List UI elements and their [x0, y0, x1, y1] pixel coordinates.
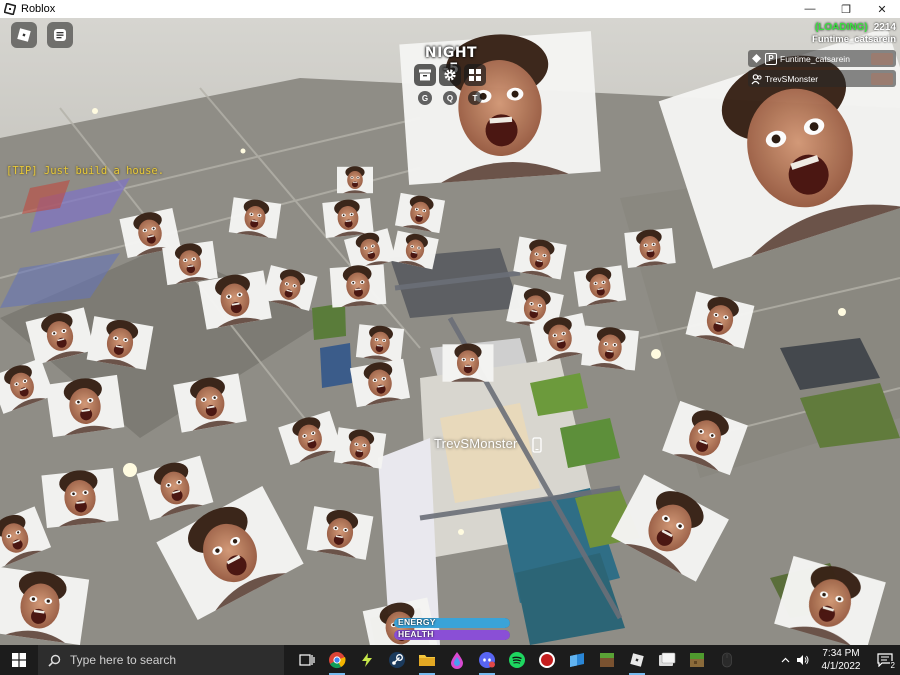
tip-message: [TIP] Just build a house. — [6, 165, 165, 177]
clock-time: 7:34 PM — [822, 648, 860, 659]
avatar — [871, 72, 893, 85]
build-menu-button[interactable] — [464, 64, 486, 86]
taskbar-app-steam[interactable] — [382, 645, 412, 675]
taskbar-clock[interactable]: 7:34 PM 4/1/2022 — [812, 647, 870, 673]
taskbar-app-roblox-studio[interactable] — [652, 645, 682, 675]
search-icon — [48, 654, 61, 667]
avatar — [871, 52, 893, 65]
premium-diamond-icon — [750, 52, 763, 65]
window-title-bar: Roblox — ❐ ✕ — [0, 0, 900, 18]
taskbar-app-chrome[interactable] — [322, 645, 352, 675]
energy-label: ENERGY — [398, 618, 436, 627]
roblox-app-icon — [4, 3, 16, 15]
roblox-menu-button[interactable] — [11, 22, 37, 48]
roblox-icon — [630, 653, 644, 667]
chrome-icon — [329, 652, 346, 669]
windows-logo-icon — [12, 653, 26, 667]
key-hint-t: T — [468, 91, 482, 105]
taskbar-app-spotify[interactable] — [502, 645, 532, 675]
mouse-app-icon — [722, 652, 732, 668]
gear-icon — [444, 69, 456, 81]
leaderboard-row[interactable]: TrevSMonster — [748, 70, 896, 87]
minecraft-launcher-icon — [690, 653, 704, 667]
settings-button[interactable] — [439, 64, 461, 86]
show-hidden-icons-button[interactable] — [776, 645, 794, 675]
taskbar-search-box[interactable]: Type here to search — [38, 645, 284, 675]
discord-icon — [479, 652, 495, 668]
color-drop-app-icon — [451, 652, 463, 669]
key-hint-q: Q — [443, 91, 457, 105]
window-title: Roblox — [21, 3, 56, 15]
roblox-studio-icon — [659, 652, 676, 666]
file-explorer-icon — [419, 655, 435, 666]
leaderboard-row[interactable]: P Funtime_catsarein — [748, 50, 896, 67]
phone-icon — [532, 437, 542, 453]
taskbar-app-recorder[interactable] — [532, 645, 562, 675]
loading-indicator: (LOADING) 2214 — [815, 22, 896, 33]
search-placeholder: Type here to search — [70, 653, 177, 667]
chat-button[interactable] — [47, 22, 73, 48]
close-button[interactable]: ✕ — [864, 0, 900, 18]
player-name-tag: TrevSMonster — [434, 436, 518, 451]
volume-button[interactable] — [794, 645, 812, 675]
grid-icon — [469, 69, 481, 81]
windows-taskbar: Type here to search 7:34 PM 4/1/2022 2 — [0, 645, 900, 675]
spotify-icon — [509, 652, 525, 668]
player-stat-count: 2214 — [873, 22, 896, 33]
inventory-button[interactable] — [414, 64, 436, 86]
leaderboard-player-name: Funtime_catsarein — [780, 53, 850, 64]
notification-center-button[interactable]: 2 — [870, 645, 900, 675]
taskbar-app-lightning[interactable] — [352, 645, 382, 675]
notification-count-badge: 2 — [889, 661, 896, 670]
system-tray: 7:34 PM 4/1/2022 2 — [776, 645, 900, 675]
taskbar-app-file-explorer[interactable] — [412, 645, 442, 675]
clock-date: 4/1/2022 — [821, 661, 861, 672]
chevron-up-icon — [781, 657, 789, 663]
taskbar-app-roblox[interactable] — [622, 645, 652, 675]
blue-cube-app-icon — [570, 653, 584, 667]
taskbar-app-discord[interactable] — [472, 645, 502, 675]
friend-icon — [750, 72, 763, 85]
archive-icon — [419, 69, 431, 81]
minecraft-icon — [600, 653, 614, 667]
energy-bar: ENERGY — [394, 618, 510, 628]
speaker-icon — [797, 655, 809, 665]
taskbar-app-minecraft-launcher[interactable] — [682, 645, 712, 675]
taskbar-app-blue-cube[interactable] — [562, 645, 592, 675]
key-hint-g: G — [418, 91, 432, 105]
chat-icon — [54, 29, 66, 41]
premium-badge-icon: P — [765, 52, 777, 65]
loading-status: (LOADING) — [814, 22, 868, 33]
game-viewport[interactable]: NIGHT -5 G Q T [TIP] Just build a house.… — [0, 18, 900, 645]
game-world-scene — [0, 18, 900, 645]
steam-icon — [389, 652, 405, 668]
taskbar-app-color-drop[interactable] — [442, 645, 472, 675]
roblox-logo-icon — [17, 28, 31, 42]
task-view-button[interactable] — [292, 645, 322, 675]
maximize-button[interactable]: ❐ — [828, 0, 864, 18]
task-view-icon — [299, 654, 315, 666]
record-app-icon — [539, 652, 555, 668]
leaderboard-player-name: TrevSMonster — [765, 73, 819, 84]
minimize-button[interactable]: — — [792, 0, 828, 18]
local-player-name: Funtime_catsarein — [812, 34, 896, 45]
start-button[interactable] — [0, 645, 38, 675]
lightning-app-icon — [362, 653, 372, 667]
taskbar-app-minecraft[interactable] — [592, 645, 622, 675]
health-bar: HEALTH — [394, 630, 510, 640]
taskbar-app-mouse[interactable] — [712, 645, 742, 675]
health-label: HEALTH — [398, 630, 434, 639]
